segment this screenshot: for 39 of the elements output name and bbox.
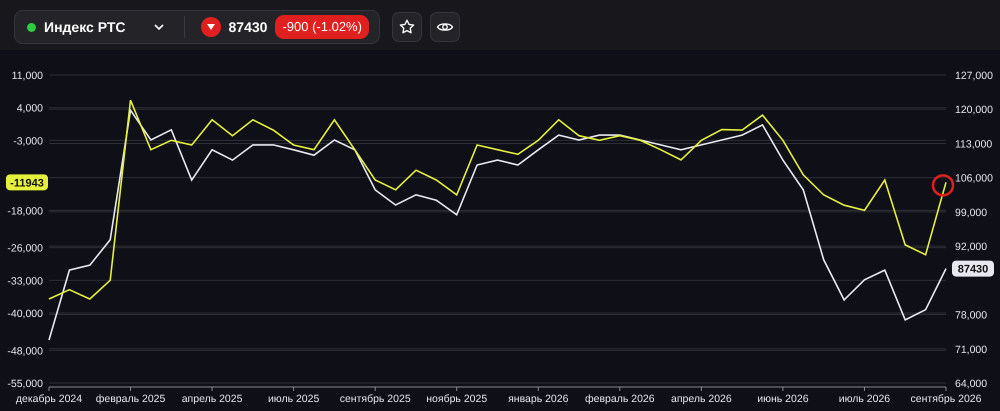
y-axis-label: -48,000 bbox=[7, 345, 43, 358]
price: 87430 bbox=[228, 18, 268, 36]
y-axis-label: -26,000 bbox=[7, 242, 43, 255]
y-axis-label: -18,000 bbox=[7, 205, 43, 218]
x-axis-label: февраль 2025 bbox=[96, 393, 166, 405]
y-axis-label: 64,000 bbox=[955, 378, 988, 390]
x-axis-label: ноябрь 2025 bbox=[426, 393, 488, 405]
last-value-badge: 87430 bbox=[952, 260, 994, 277]
x-axis-label: июнь 2026 bbox=[757, 393, 809, 405]
x-axis-label: апрель 2026 bbox=[671, 393, 732, 405]
y-axis-label: -40,000 bbox=[7, 308, 43, 320]
y-axis-label: 92,000 bbox=[955, 241, 988, 254]
change-badge: -900 (-1.02%) bbox=[275, 15, 369, 39]
y-axis-label: -55,000 bbox=[7, 378, 43, 390]
x-axis-label: февраль 2026 bbox=[585, 393, 655, 405]
x-axis-label: январь 2026 bbox=[508, 393, 568, 405]
y-axis-label: 4,000 bbox=[16, 102, 43, 115]
star-icon bbox=[398, 18, 416, 36]
x-axis-label: декабрь 2024 bbox=[16, 393, 82, 405]
y-axis-label: -3,000 bbox=[13, 135, 43, 148]
visibility-button[interactable] bbox=[430, 12, 460, 42]
y-axis-label: 78,000 bbox=[955, 310, 988, 322]
x-axis-label: июль 2025 bbox=[268, 393, 320, 405]
y-axis-label: 71,000 bbox=[955, 344, 988, 356]
x-axis-label: сентябрь 2025 bbox=[340, 393, 411, 405]
last-value-badge: -11943 bbox=[6, 174, 48, 190]
y-axis-label: 11,000 bbox=[12, 70, 43, 82]
y-axis-label: 113,000 bbox=[955, 138, 992, 150]
y-axis-label: 99,000 bbox=[955, 206, 988, 219]
x-axis-label: сентябрь 2026 bbox=[910, 393, 982, 405]
y-axis-label: -33,000 bbox=[7, 275, 43, 288]
instrument-name: Индекс РТС bbox=[44, 18, 126, 37]
favorite-button[interactable] bbox=[392, 12, 422, 42]
x-axis-label: апрель 2025 bbox=[182, 393, 242, 405]
x-axis-label: июль 2026 bbox=[838, 393, 890, 405]
y-axis-label: 106,000 bbox=[955, 172, 993, 185]
y-axis-label: 120,000 bbox=[955, 104, 993, 116]
caret-icon bbox=[154, 24, 164, 30]
y-axis-label: 127,000 bbox=[955, 70, 993, 82]
